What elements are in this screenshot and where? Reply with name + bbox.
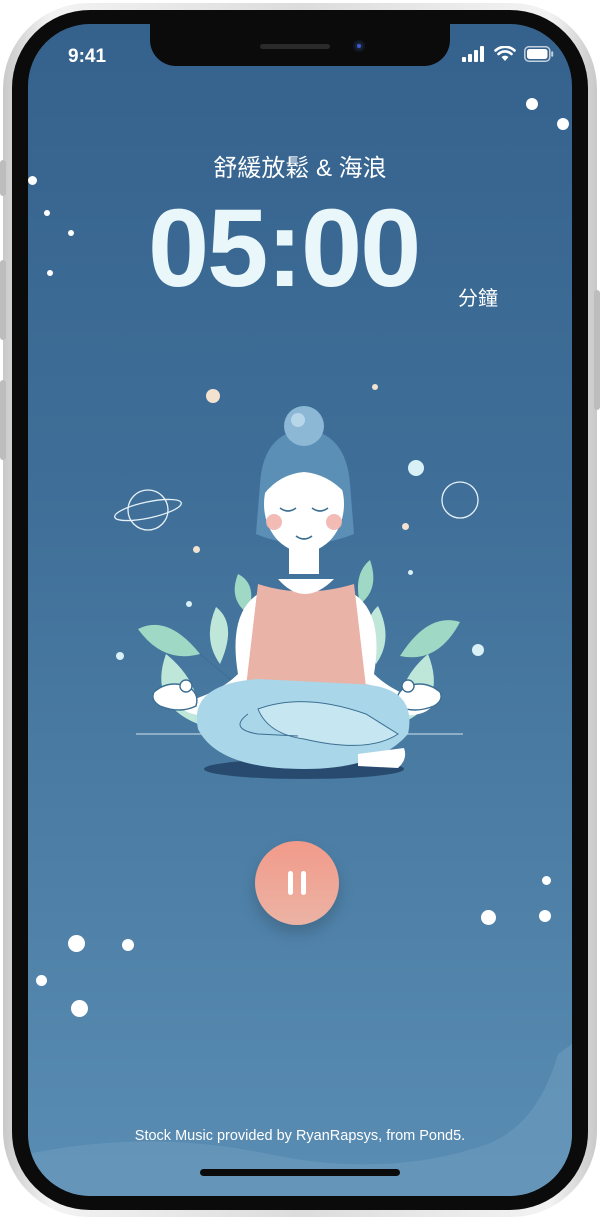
home-indicator[interactable] (200, 1169, 400, 1176)
music-credit: Stock Music provided by RyanRapsys, from… (134, 1128, 466, 1144)
front-camera (353, 40, 365, 52)
planet-icon (114, 489, 182, 531)
app-screen: 9:41 舒緩放鬆 & 海浪 05:00 分鐘 Stock Music prov… (28, 24, 572, 1196)
mute-switch (0, 160, 6, 196)
volume-down-button (0, 380, 6, 460)
timer-unit-label: 分鐘 (458, 288, 498, 310)
notch (150, 24, 450, 66)
wifi-icon (494, 46, 516, 61)
signal-icon (462, 46, 484, 62)
pause-icon (288, 871, 306, 895)
countdown-timer: 05:00 (148, 187, 421, 310)
battery-icon (524, 46, 554, 62)
track-title: 舒緩放鬆 & 海浪 (213, 155, 387, 182)
status-time: 9:41 (68, 46, 107, 67)
speaker-grille (260, 44, 330, 49)
meditation-illustration (114, 406, 479, 779)
circle-outline-icon (441, 481, 479, 519)
pause-button[interactable] (255, 841, 339, 925)
volume-up-button (0, 260, 6, 340)
status-icons (462, 46, 554, 62)
power-button (594, 290, 600, 410)
